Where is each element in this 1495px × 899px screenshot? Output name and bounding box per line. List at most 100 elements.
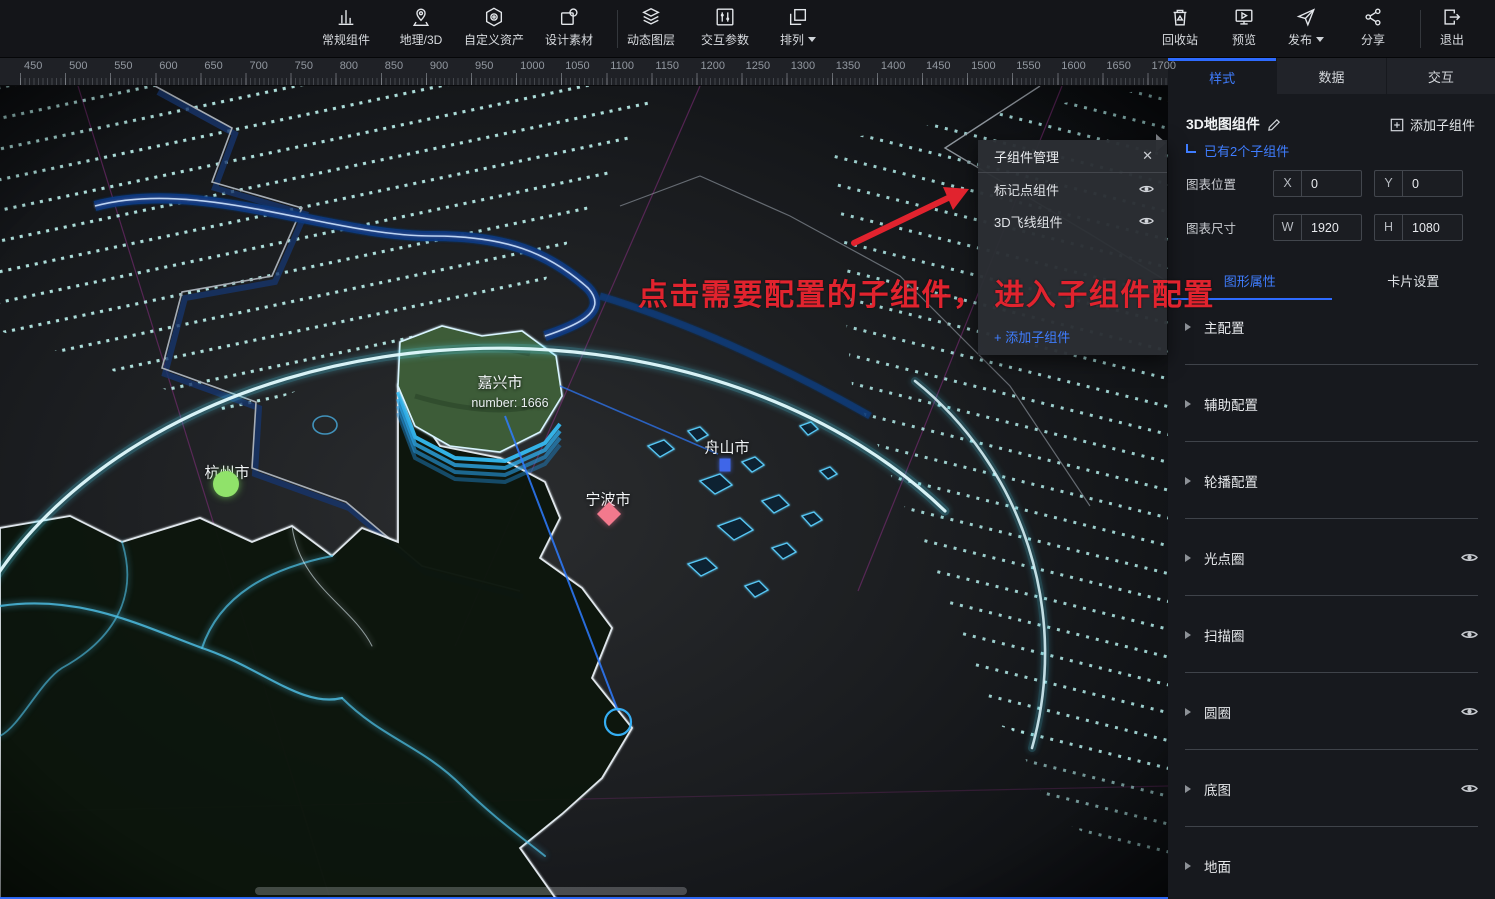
eye-icon[interactable] [1461,706,1478,717]
toolbar-item-custom-assets[interactable]: 自定义资产 [455,6,533,48]
edit-pencil-icon[interactable] [1267,117,1282,132]
ruler-tick-label: 1500 [971,60,995,72]
size-h-input[interactable] [1403,221,1462,235]
subcomponent-item-flyline[interactable]: 3D飞线组件 [978,205,1167,237]
position-y-group: Y [1374,170,1463,197]
eye-icon[interactable] [1139,216,1154,226]
city-label-jiaxing: 嘉兴市 [477,372,522,393]
size-h-group: H [1374,214,1463,241]
position-x-input[interactable] [1302,177,1361,191]
subcomponent-item-marker[interactable]: 标记点组件 [978,173,1167,205]
section-circle[interactable]: 圆圈 [1168,673,1495,750]
section-label: 圆圈 [1204,702,1461,722]
ruler-tick-label: 500 [69,60,87,72]
ruler-tick-label: 1700 [1152,60,1176,72]
toolbar-item-design-materials[interactable]: 设计素材 [530,6,608,48]
layers-icon [640,6,662,28]
chevron-right-icon [1185,477,1191,485]
toolbar-item-label: 设计素材 [545,31,593,48]
subcomponent-panel-header: 子组件管理 ✕ [978,140,1167,173]
ruler-tick-label: 1350 [836,60,860,72]
ruler-tick-label: 1400 [881,60,905,72]
toolbar-item-label: 交互参数 [701,31,749,48]
section-label: 光点圈 [1204,548,1461,568]
share-nodes-icon [1362,6,1384,28]
ruler-tick-label: 600 [159,60,177,72]
section-label: 底图 [1204,779,1461,799]
ruler-tick-label: 450 [24,60,42,72]
section-scan-circle[interactable]: 扫描圈 [1168,596,1495,673]
position-x-group: X [1273,170,1362,197]
city-sublabel-jiaxing: number: 1666 [471,396,548,410]
add-subcomponent-link[interactable]: + 添加子组件 [994,327,1070,346]
ruler-tick-label: 850 [385,60,403,72]
subcomponent-panel-title: 子组件管理 [994,147,1059,166]
toolbar-item-label: 发布 [1288,31,1312,48]
monitor-play-icon [1233,6,1255,28]
eye-icon[interactable] [1139,184,1154,194]
section-carousel-config[interactable]: 轮播配置 [1168,442,1495,519]
toolbar-item-dynamic-layers[interactable]: 动态图层 [612,6,690,48]
ruler-tick-label: 1600 [1061,60,1085,72]
chevron-right-icon [1185,708,1191,716]
caret-down-icon [808,37,816,42]
subcomponent-count-label: 已有2个子组件 [1204,141,1289,160]
eye-icon[interactable] [1461,552,1478,563]
section-label: 辅助配置 [1204,394,1478,414]
size-w-input[interactable] [1302,221,1361,235]
toolbar-item-share[interactable]: 分享 [1334,6,1412,48]
section-ground[interactable]: 地面 [1168,827,1495,899]
chevron-right-icon [1185,554,1191,562]
sliders-icon [714,6,736,28]
app-window: 常规组件 地理/3D 自定义资产 设计素材 动态图层 交互参数 排列 [0,0,1495,899]
chevron-right-icon [1185,400,1191,408]
config-panel: 样式 数据 交互 3D地图组件 添加子组件 已有2个子组件 图表位置 X Y [1168,58,1495,899]
section-main-config[interactable]: 主配置 [1168,288,1495,365]
chart-position-label: 图表位置 [1186,174,1273,193]
toolbar-item-label: 动态图层 [627,31,675,48]
ruler-tick-label: 1200 [701,60,725,72]
arrange-icon [787,6,809,28]
section-light-circle[interactable]: 光点圈 [1168,519,1495,596]
trash-icon [1169,6,1191,28]
toolbar-item-label: 回收站 [1162,31,1198,48]
toolbar-item-common-components[interactable]: 常规组件 [307,6,385,48]
component-title: 3D地图组件 [1186,114,1260,134]
toolbar-item-interaction-params[interactable]: 交互参数 [686,6,764,48]
toolbar-item-label: 地理/3D [400,31,443,48]
config-sections: 主配置 辅助配置 轮播配置 光点圈 扫描圈 圆圈 [1168,288,1495,899]
tab-style[interactable]: 样式 [1168,58,1276,94]
add-subcomponent-label: 添加子组件 [1410,115,1475,134]
toolbar-item-geo-3d[interactable]: 地理/3D [382,6,460,48]
toolbar-item-exit[interactable]: 退出 [1413,6,1491,48]
tab-data[interactable]: 数据 [1276,58,1385,94]
subcomponent-count-link[interactable]: 已有2个子组件 [1186,141,1289,160]
paper-plane-icon [1295,6,1317,28]
eye-icon[interactable] [1461,629,1478,640]
eye-icon[interactable] [1461,783,1478,794]
ruler-tick-label: 750 [295,60,313,72]
exit-icon [1441,6,1463,28]
h-prefix: H [1375,215,1403,240]
marker-point-hangzhou [213,471,239,497]
horizontal-scrollbar[interactable] [255,887,687,895]
marker-point-zhoushan [720,459,731,472]
y-prefix: Y [1375,171,1403,196]
section-auxiliary-config[interactable]: 辅助配置 [1168,365,1495,442]
chart-position-row: 图表位置 X Y [1186,170,1478,197]
toolbar-item-label: 分享 [1361,31,1385,48]
bar-chart-icon [335,6,357,28]
chevron-right-icon [1185,631,1191,639]
position-y-input[interactable] [1403,177,1462,191]
ruler-tick-label: 650 [204,60,222,72]
corner-branch-icon [1186,144,1196,153]
ruler-tick-label: 900 [430,60,448,72]
add-subcomponent-button[interactable]: 添加子组件 [1390,115,1475,134]
toolbar-item-arrange[interactable]: 排列 [759,6,837,48]
ruler-tick-label: 1250 [746,60,770,72]
chevron-right-icon [1185,785,1191,793]
section-base-map[interactable]: 底图 [1168,750,1495,827]
tab-interaction[interactable]: 交互 [1386,58,1495,94]
design-shapes-icon [558,6,580,28]
close-icon[interactable]: ✕ [1142,148,1153,164]
